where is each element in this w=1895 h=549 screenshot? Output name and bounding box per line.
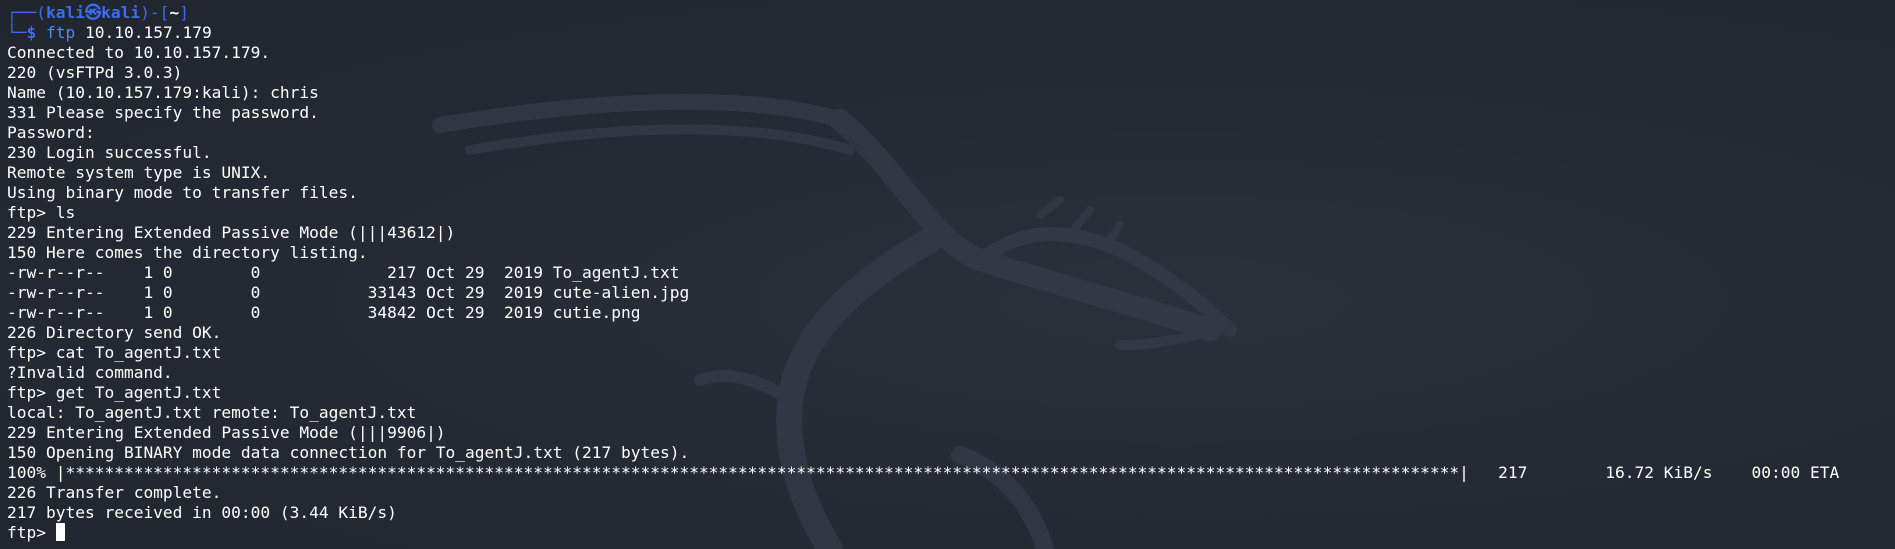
terminal-output: ┌──(kali㉿kali)-[~] └─$ ftp 10.10.157.179… — [7, 3, 1839, 543]
output-line: 226 Directory send OK. — [7, 323, 222, 342]
transfer-progress-line: 100% |**********************************… — [7, 463, 1840, 482]
prompt-frame-bottom: └─ — [7, 23, 27, 42]
output-line: 226 Transfer complete. — [7, 483, 222, 502]
output-line: 331 Please specify the password. — [7, 103, 319, 122]
prompt-frame-mid: )-[ — [140, 3, 170, 22]
output-line: 150 Opening BINARY mode data connection … — [7, 443, 690, 462]
output-line: ftp> cat To_agentJ.txt — [7, 343, 222, 362]
output-line: 229 Entering Extended Passive Mode (|||4… — [7, 223, 456, 242]
output-line: Remote system type is UNIX. — [7, 163, 271, 182]
prompt-username: kali — [45, 3, 85, 22]
output-line: ftp> get To_agentJ.txt — [7, 383, 222, 402]
output-line: 217 bytes received in 00:00 (3.44 KiB/s) — [7, 503, 397, 522]
output-line: 220 (vsFTPd 3.0.3) — [7, 63, 183, 82]
output-line: ?Invalid command. — [7, 363, 173, 382]
prompt-frame-end: ] — [179, 3, 189, 22]
prompt-hostname: kali — [101, 3, 141, 22]
prompt-frame-top: ┌──( — [7, 3, 46, 22]
prompt-dollar: $ — [26, 23, 37, 42]
prompt-command-line: └─$ ftp 10.10.157.179 — [7, 23, 1839, 43]
command-args: 10.10.157.179 — [75, 23, 212, 42]
output-line: Password: — [7, 123, 95, 142]
current-prompt-line[interactable]: ftp> — [7, 523, 1839, 543]
output-line: Using binary mode to transfer files. — [7, 183, 358, 202]
command-name: ftp — [46, 23, 76, 42]
output-line: ftp> ls — [7, 203, 76, 222]
listing-row: -rw-r--r-- 1 0 0 217 Oct 29 2019 To_agen… — [7, 263, 680, 282]
terminal-window[interactable]: ┌──(kali㉿kali)-[~] └─$ ftp 10.10.157.179… — [0, 0, 1895, 549]
output-line: Name (10.10.157.179:kali): chris — [7, 83, 319, 102]
output-line: 150 Here comes the directory listing. — [7, 243, 368, 262]
output-line: 230 Login successful. — [7, 143, 212, 162]
ftp-prompt: ftp> — [7, 523, 56, 542]
listing-row: -rw-r--r-- 1 0 0 34842 Oct 29 2019 cutie… — [7, 303, 641, 322]
output-line: 229 Entering Extended Passive Mode (|||9… — [7, 423, 446, 442]
output-line: local: To_agentJ.txt remote: To_agentJ.t… — [7, 403, 417, 422]
text-cursor — [55, 523, 65, 541]
output-line: Connected to 10.10.157.179. — [7, 43, 271, 62]
prompt-header-line: ┌──(kali㉿kali)-[~] — [7, 3, 1839, 23]
listing-row: -rw-r--r-- 1 0 0 33143 Oct 29 2019 cute-… — [7, 283, 690, 302]
prompt-at-symbol: ㉿ — [84, 3, 102, 22]
prompt-path: ~ — [169, 3, 180, 22]
